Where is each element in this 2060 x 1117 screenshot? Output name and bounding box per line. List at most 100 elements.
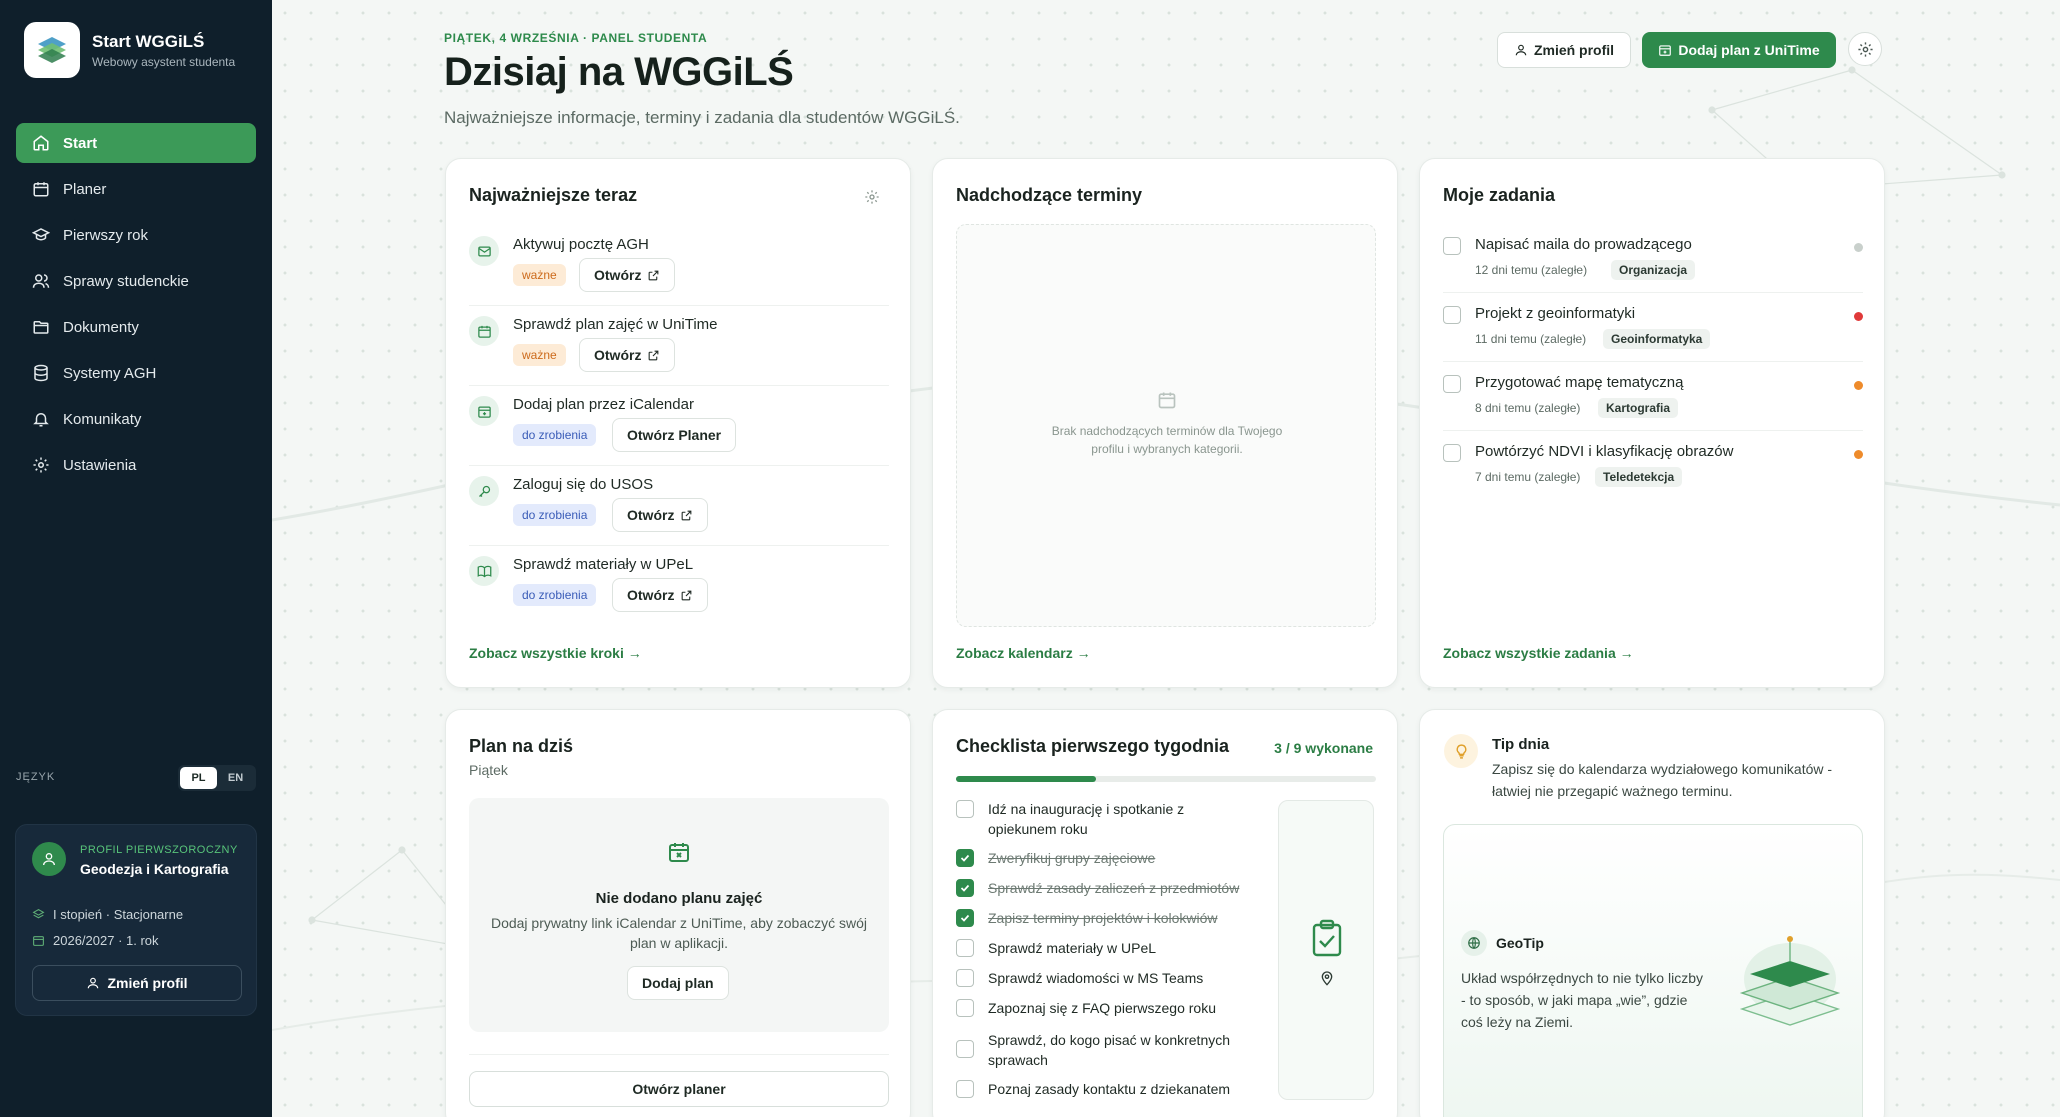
user-icon: [88, 977, 99, 989]
sidebar-item-label: Dokumenty: [63, 318, 139, 336]
tip-text: Zapisz się do kalendarza wydziałowego ko…: [1492, 761, 1833, 799]
app-subtitle: Webowy asystent studenta: [92, 55, 236, 69]
language-option-pl[interactable]: PL: [180, 767, 217, 789]
profile-name: Geodezja i Kartografia: [80, 861, 229, 877]
checklist-item[interactable]: Sprawdź zasady zaliczeń z przedmiotów: [956, 878, 1246, 898]
checklist-checkbox[interactable]: [956, 999, 974, 1017]
gear-icon[interactable]: [864, 189, 880, 205]
sidebar-item-label: Sprawy studenckie: [63, 272, 189, 290]
checklist-checkbox[interactable]: [956, 939, 974, 957]
checklist-checkbox[interactable]: [956, 879, 974, 897]
see-all-tasks-link[interactable]: Zobacz wszystkie zadania →: [1443, 645, 1634, 661]
sidebar-item-start[interactable]: Start: [16, 123, 256, 163]
step-item: Sprawdź plan zajęć w UniTime ważne Otwór…: [469, 306, 889, 386]
settings-button[interactable]: [1848, 32, 1882, 66]
checklist-item[interactable]: Zapisz terminy projektów i kolokwiów: [956, 908, 1246, 928]
profile-change-button[interactable]: Zmień profil: [32, 965, 242, 1001]
task-checkbox[interactable]: [1443, 375, 1461, 393]
empty-deadlines-text: Brak nadchodzących terminów dla Twojego …: [1051, 424, 1283, 456]
checklist-item[interactable]: Sprawdź, do kogo pisać w konkretnych spr…: [956, 1030, 1246, 1070]
sidebar-item-documents[interactable]: Dokumenty: [16, 307, 256, 347]
profile-card: PROFIL PIERWSZOROCZNY Geodezja i Kartogr…: [15, 824, 257, 1016]
open-planner-label: Otwórz planer: [632, 1081, 726, 1097]
sidebar-item-agh-systems[interactable]: Systemy AGH: [16, 353, 256, 393]
task-title: Napisać maila do prowadzącego: [1475, 236, 1692, 253]
task-tag: Organizacja: [1611, 260, 1696, 280]
bell-icon: [33, 413, 49, 427]
app-logo[interactable]: [24, 22, 80, 78]
checklist-item[interactable]: Zapoznaj się z FAQ pierwszego roku: [956, 998, 1246, 1018]
sidebar-item-planer[interactable]: Planer: [16, 169, 256, 209]
card-title: Nadchodzące terminy: [956, 185, 1143, 205]
see-calendar-link[interactable]: Zobacz kalendarz →: [956, 645, 1091, 661]
open-button[interactable]: Otwórz: [579, 258, 676, 292]
add-unitime-plan-button[interactable]: Dodaj plan z UniTime: [1642, 32, 1836, 68]
step-item: Sprawdź materiały w UPeL do zrobienia Ot…: [469, 546, 889, 626]
geotip-title: GeoTip: [1496, 935, 1544, 951]
see-all-steps-link[interactable]: Zobacz wszystkie kroki →: [469, 645, 642, 661]
checklist-item-label: Sprawdź zasady zaliczeń z przedmiotów: [988, 880, 1240, 896]
task-checkbox[interactable]: [1443, 444, 1461, 462]
sidebar-item-first-year[interactable]: Pierwszy rok: [16, 215, 256, 255]
home-icon: [33, 135, 49, 151]
see-all-steps-label: Zobacz wszystkie kroki: [469, 645, 624, 661]
upcoming-deadlines-card: Nadchodzące terminy Brak nadchodzących t…: [932, 158, 1398, 688]
checklist-checkbox[interactable]: [956, 1080, 974, 1098]
task-tag: Geoinformatyka: [1603, 329, 1711, 349]
globe-icon: [1461, 930, 1487, 956]
task-title: Przygotować mapę tematyczną: [1475, 374, 1684, 391]
empty-plan-text: Dodaj prywatny link iCalendar z UniTime,…: [490, 915, 868, 951]
checklist-item[interactable]: Zweryfikuj grupy zajęciowe: [956, 848, 1246, 868]
arrow-right-icon: →: [627, 645, 642, 661]
profile-year-text: 2026/2027 · 1. rok: [53, 933, 159, 948]
map-layers-illustration: [1739, 936, 1841, 1026]
priority-dot: [1854, 243, 1863, 252]
checklist-checkbox[interactable]: [956, 909, 974, 927]
empty-plan-title: Nie dodano planu zajęć: [595, 890, 763, 907]
calendar-icon: [33, 936, 44, 946]
checklist-item[interactable]: Poznaj zasady kontaktu z dziekanatem: [956, 1079, 1246, 1099]
open-planner-button[interactable]: Otwórz planer: [469, 1071, 889, 1107]
priority-dot: [1854, 381, 1863, 390]
checklist-checkbox[interactable]: [956, 800, 974, 818]
checklist-checkbox[interactable]: [956, 1040, 974, 1058]
open-button[interactable]: Otwórz: [612, 578, 709, 612]
checklist-item[interactable]: Sprawdź materiały w UPeL: [956, 938, 1246, 958]
checklist-item-label: Zapisz terminy projektów i kolokwiów: [988, 910, 1218, 926]
priority-dot: [1854, 312, 1863, 321]
page-title: Dzisiaj na WGGiLŚ: [444, 50, 794, 94]
step-item: Aktywuj pocztę AGH ważne Otwórz: [469, 226, 889, 306]
status-badge: ważne: [513, 264, 566, 286]
language-option-en[interactable]: EN: [217, 767, 254, 789]
add-plan-button[interactable]: Dodaj plan: [627, 966, 729, 1000]
change-profile-button[interactable]: Zmień profil: [1497, 32, 1631, 68]
checklist-item-label: Sprawdź, do kogo pisać w konkretnych spr…: [988, 1032, 1231, 1068]
checklist-item[interactable]: Sprawdź wiadomości w MS Teams: [956, 968, 1246, 988]
profile-level-text: I stopień · Stacjonarne: [53, 907, 184, 922]
task-checkbox[interactable]: [1443, 306, 1461, 324]
geotip-panel: GeoTip Układ współrzędnych to nie tylko …: [1443, 824, 1863, 1117]
open-button[interactable]: Otwórz: [612, 498, 709, 532]
task-checkbox[interactable]: [1443, 237, 1461, 255]
checklist-checkbox[interactable]: [956, 849, 974, 867]
checklist-checkbox[interactable]: [956, 969, 974, 987]
sidebar-item-announcements[interactable]: Komunikaty: [16, 399, 256, 439]
step-item: Zaloguj się do USOS do zrobienia Otwórz: [469, 466, 889, 546]
profile-change-label: Zmień profil: [107, 975, 188, 991]
book-icon: [469, 556, 499, 586]
checklist-item-label: Zapoznaj się z FAQ pierwszego roku: [988, 1000, 1216, 1016]
first-week-checklist-card: Checklista pierwszego tygodnia 3 / 9 wyk…: [932, 709, 1398, 1117]
tip-of-the-day-card: Tip dnia Zapisz się do kalendarza wydzia…: [1419, 709, 1885, 1117]
sidebar-item-settings[interactable]: Ustawienia: [16, 445, 256, 485]
external-link-icon: [682, 510, 692, 520]
status-badge: do zrobienia: [513, 424, 597, 446]
app-title: Start WGGiLŚ: [92, 32, 205, 51]
sidebar-item-student-affairs[interactable]: Sprawy studenckie: [16, 261, 256, 301]
calendar-icon: [1158, 392, 1176, 409]
open-planner-button[interactable]: Otwórz Planer: [612, 418, 737, 452]
language-toggle: PL EN: [178, 765, 256, 791]
checklist-item[interactable]: Idź na inaugurację i spotkanie z opiekun…: [956, 799, 1246, 839]
profile-year: 2026/2027 · 1. rok: [32, 933, 159, 948]
checklist-progress-fill: [956, 776, 1096, 782]
open-button[interactable]: Otwórz: [579, 338, 676, 372]
